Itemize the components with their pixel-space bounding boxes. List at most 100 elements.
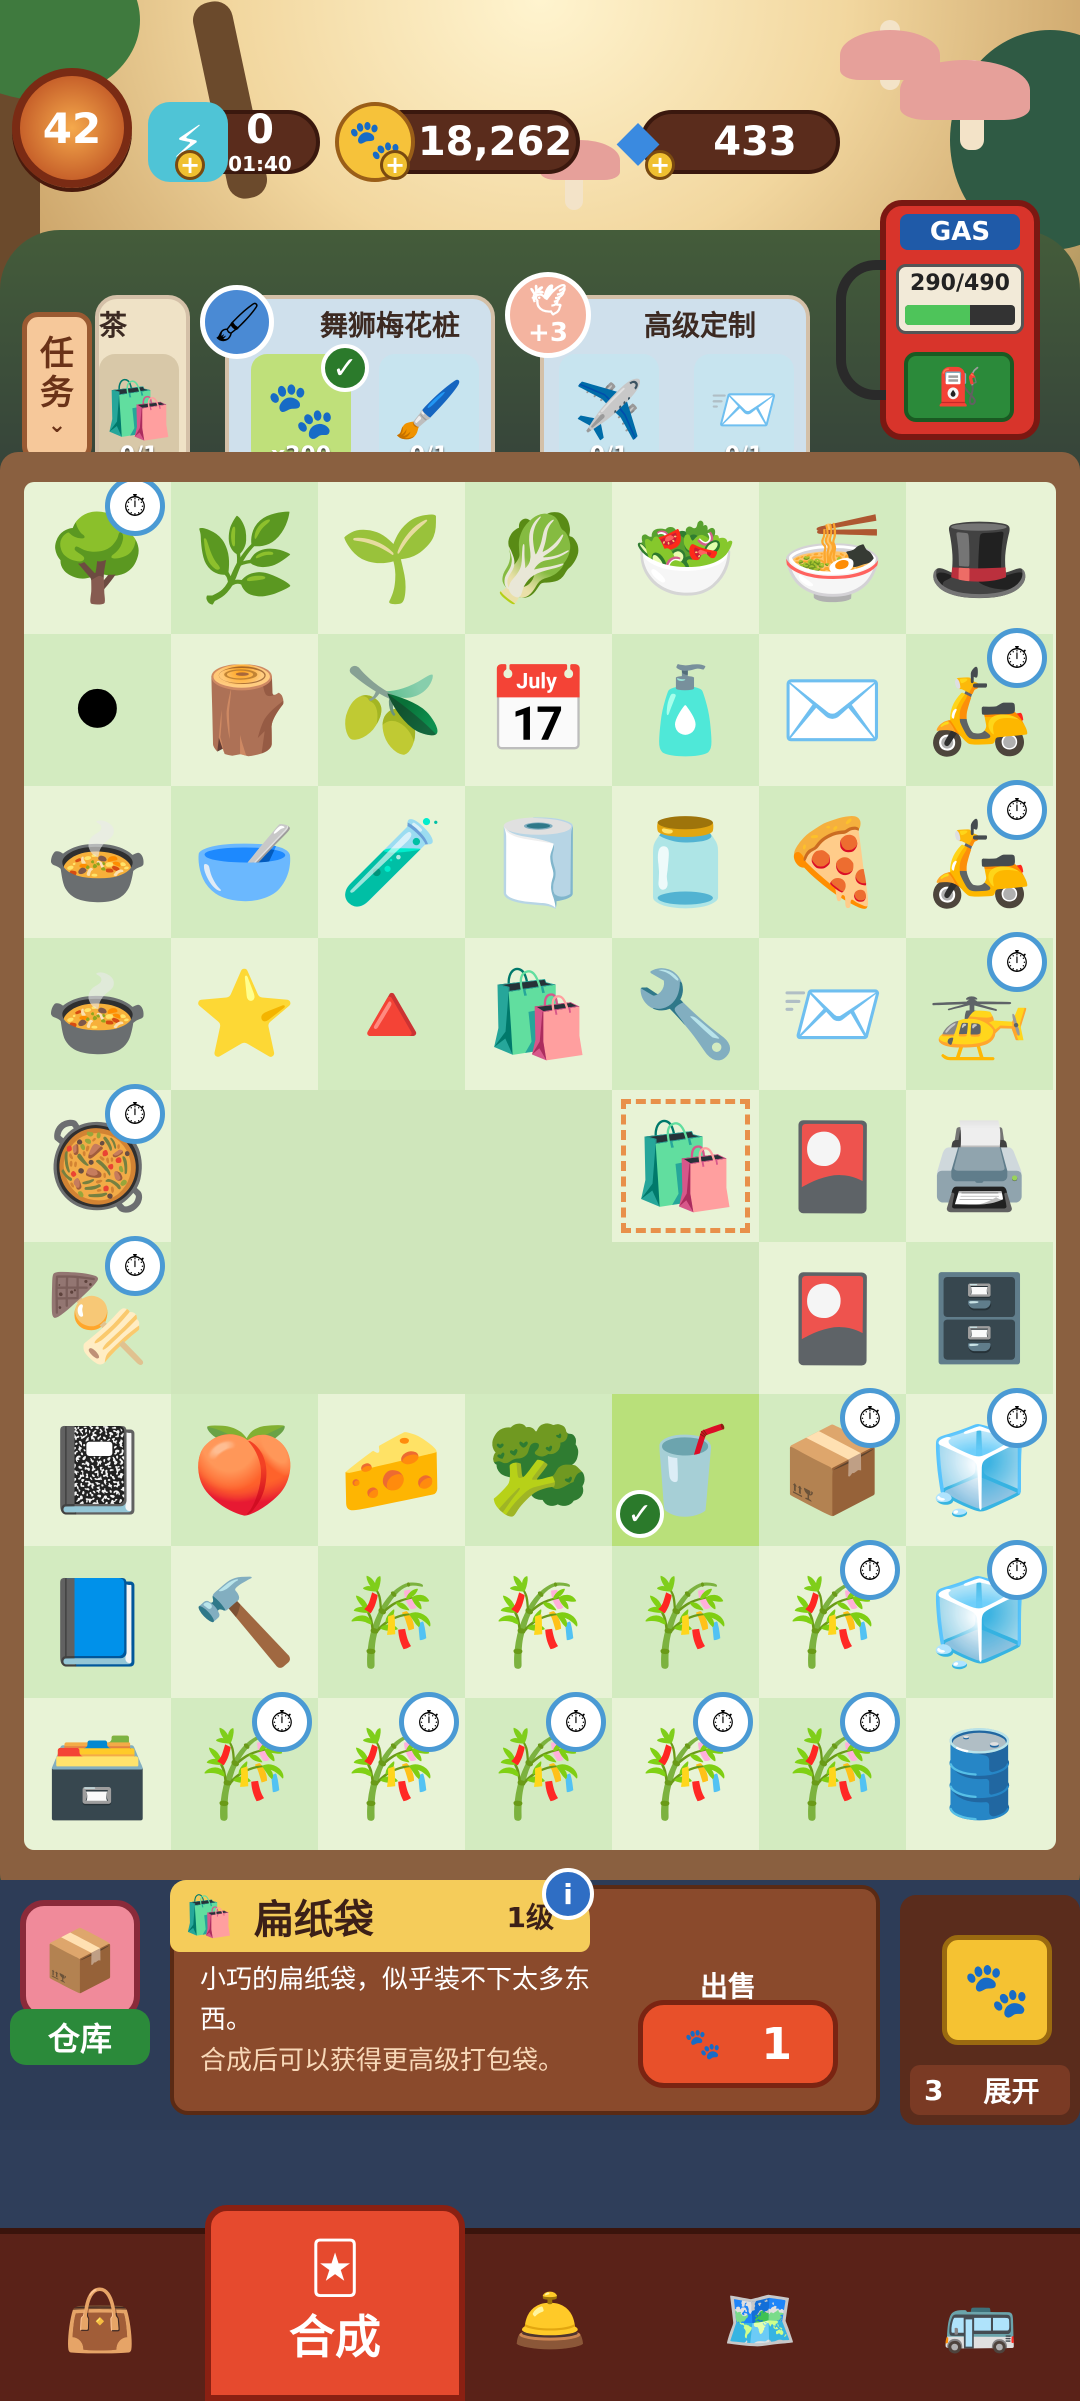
board-cell[interactable]: 🥦: [465, 1394, 612, 1546]
merge-item-icon: 🍲: [45, 964, 150, 1063]
board-cell[interactable]: 📘: [24, 1546, 171, 1698]
origami-icon: 🕊 +3: [505, 272, 591, 358]
nav-merge-button[interactable]: 🃏 合成: [205, 2205, 465, 2401]
board-cell[interactable]: 🥗: [612, 482, 759, 634]
shopping-bag-icon: 👜: [62, 2286, 138, 2356]
expand-count: 3: [924, 2073, 944, 2107]
board-cell[interactable]: 🗃️: [24, 1698, 171, 1850]
timer-icon: ⏱: [105, 1084, 165, 1144]
board-cell[interactable]: 📓: [24, 1394, 171, 1546]
merge-item-icon: 🥦: [486, 1420, 591, 1519]
gas-fill-bar: [905, 305, 970, 325]
board-cell[interactable]: 🎋: [318, 1546, 465, 1698]
board-cell[interactable]: 🥣: [171, 786, 318, 938]
board-cell[interactable]: 🫒: [318, 634, 465, 786]
board-cell[interactable]: 🎴: [759, 1090, 906, 1242]
chevron-down-icon: ⌄: [47, 413, 67, 439]
board-cell[interactable]: 🍲: [24, 938, 171, 1090]
board-cell[interactable]: 🛢️: [906, 1698, 1053, 1850]
board-cell[interactable]: 🪵: [171, 634, 318, 786]
board-cell[interactable]: 🧪: [318, 786, 465, 938]
paper-bag-icon: 🛍️: [104, 378, 174, 443]
item-info-header: 🛍️ 扁纸袋 1级: [170, 1880, 590, 1952]
energy-value: 0: [246, 107, 274, 153]
gas-hose: [836, 260, 886, 400]
board-cell[interactable]: ✉️: [759, 634, 906, 786]
board-cell-empty[interactable]: [465, 1090, 612, 1242]
board-cell[interactable]: 📨: [759, 938, 906, 1090]
paper-bag-icon: 🛍️: [184, 1893, 234, 1940]
gas-pump[interactable]: GAS 290/490 ⛽: [880, 200, 1040, 440]
sell-price: 1: [761, 2018, 792, 2070]
board-cell[interactable]: 🔺: [318, 938, 465, 1090]
gas-display: 290/490: [896, 264, 1024, 334]
merge-item-icon: 🛍️: [633, 1116, 738, 1215]
expand-button[interactable]: 🐾 3 展开: [900, 1895, 1080, 2125]
order-card-1[interactable]: 茶 🛍️ 0/1: [95, 295, 190, 475]
board-cell-empty[interactable]: [465, 1242, 612, 1394]
board-cell[interactable]: 🥤 ✓: [612, 1394, 759, 1546]
merge-item-icon: 🎋: [339, 1572, 444, 1671]
timer-icon: ⏱: [252, 1692, 312, 1752]
board-cell[interactable]: 🎋: [612, 1546, 759, 1698]
nav-map-button[interactable]: 🗺️: [660, 2234, 860, 2401]
timer-icon: ⏱: [987, 1540, 1047, 1600]
board-cell-empty[interactable]: [171, 1090, 318, 1242]
board-cell[interactable]: 🔧: [612, 938, 759, 1090]
board-cell[interactable]: 🌿: [171, 482, 318, 634]
timer-icon: ⏱: [105, 1236, 165, 1296]
check-icon: ✓: [616, 1490, 664, 1538]
board-cell[interactable]: 🎴: [759, 1242, 906, 1394]
board-cell-selected[interactable]: 🛍️: [612, 1090, 759, 1242]
task-tab[interactable]: 任 务 ⌄: [22, 312, 92, 462]
level-number: 42: [42, 103, 102, 153]
merge-item-icon: 🥗: [633, 508, 738, 607]
board-cell[interactable]: 🍜: [759, 482, 906, 634]
board-cell-empty[interactable]: [318, 1242, 465, 1394]
merge-item-icon: 🧻: [486, 812, 591, 911]
board-cell[interactable]: 🍲: [24, 786, 171, 938]
board-cell[interactable]: 🎩: [906, 482, 1053, 634]
board-cell[interactable]: ⭐: [171, 938, 318, 1090]
board-cell[interactable]: 🌱: [318, 482, 465, 634]
info-icon[interactable]: i: [542, 1868, 594, 1920]
board-cell[interactable]: 📅: [465, 634, 612, 786]
nav-restaurant-button[interactable]: 🛎️: [450, 2234, 650, 2401]
item-description: 小巧的扁纸袋，似乎装不下太多东 西。 合成后可以获得更高级打包袋。: [200, 1960, 640, 2110]
paw-coin-icon: 🐾: [266, 378, 336, 443]
board-cell[interactable]: 🔨: [171, 1546, 318, 1698]
board-cell[interactable]: 🛍️: [465, 938, 612, 1090]
nav-shop-button[interactable]: 👜: [0, 2234, 200, 2401]
board-cell[interactable]: 🧻: [465, 786, 612, 938]
merge-item-icon: 📅: [486, 660, 591, 759]
board-cell[interactable]: 🍕: [759, 786, 906, 938]
player-level-badge[interactable]: 42: [12, 68, 132, 188]
merge-item-icon: ⭐: [192, 964, 297, 1063]
gem-add-button[interactable]: +: [645, 150, 675, 180]
timer-icon: ⏱: [840, 1692, 900, 1752]
merge-item-icon: 🍕: [780, 812, 885, 911]
board-cell[interactable]: 🥬: [465, 482, 612, 634]
board-cell[interactable]: 🧴: [612, 634, 759, 786]
warehouse-button[interactable]: 📦 仓库: [10, 1900, 150, 2065]
order-bonus-text: +3: [528, 317, 568, 348]
board-cell[interactable]: 🎋: [465, 1546, 612, 1698]
sell-button[interactable]: 🐾 1: [638, 2000, 838, 2088]
nav-bus-button[interactable]: 🚌: [880, 2234, 1080, 2401]
board-cell[interactable]: 🫙: [612, 786, 759, 938]
board-cell[interactable]: 🧀: [318, 1394, 465, 1546]
board-cell[interactable]: ⚫: [24, 634, 171, 786]
board-cell-empty[interactable]: [318, 1090, 465, 1242]
board-cell[interactable]: 🗄️: [906, 1242, 1053, 1394]
energy-add-button[interactable]: +: [175, 150, 205, 180]
timer-icon: ⏱: [987, 628, 1047, 688]
coin-add-button[interactable]: +: [380, 150, 410, 180]
board-cell-empty[interactable]: [612, 1242, 759, 1394]
board-cell[interactable]: 🍑: [171, 1394, 318, 1546]
gas-label: GAS: [900, 214, 1020, 250]
timer-icon: ⏱: [987, 780, 1047, 840]
board-cell[interactable]: 🖨️: [906, 1090, 1053, 1242]
gas-value: 290/490: [910, 271, 1010, 296]
merge-item-icon: 🧴: [633, 660, 738, 759]
board-cell-empty[interactable]: [171, 1242, 318, 1394]
